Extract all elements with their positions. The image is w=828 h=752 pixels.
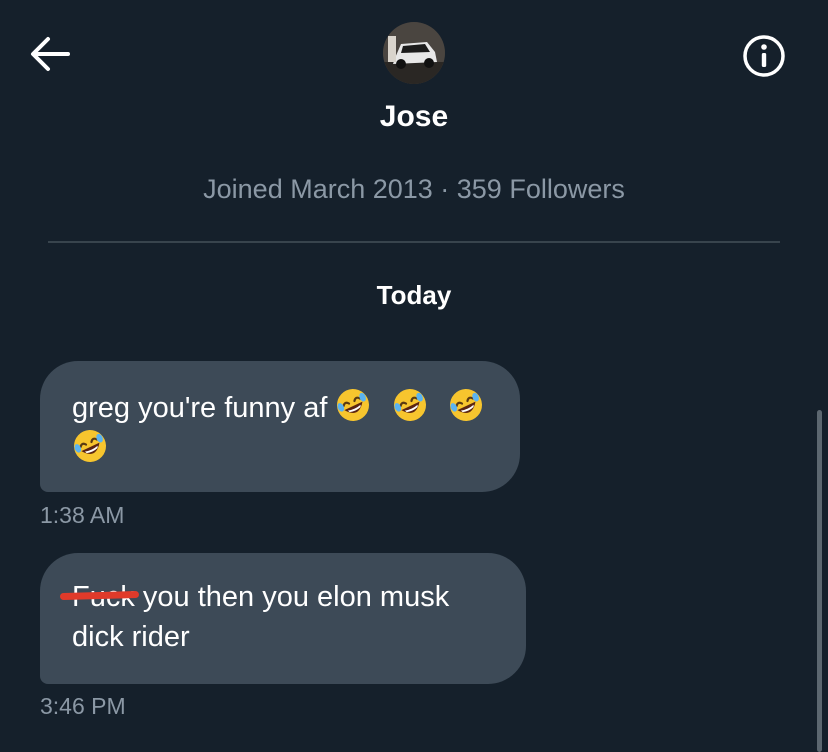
divider: [48, 241, 780, 243]
rolling-laughing-emoji-icon: [449, 389, 482, 421]
rolling-laughing-emoji-icon: [393, 389, 426, 421]
dm-conversation-screen: Jose Joined March 2013 · 359 Followers T…: [0, 0, 828, 752]
message-text: greg you're funny af: [72, 392, 328, 424]
profile-name[interactable]: Jose: [0, 100, 828, 134]
info-circle-icon: [743, 35, 785, 77]
rolling-laughing-emoji-icon: [337, 389, 370, 421]
struck-word: Fuck: [59, 577, 139, 617]
message-bubble[interactable]: Fuck you then you elon musk dick rider: [40, 553, 526, 684]
avatar[interactable]: [383, 22, 445, 84]
message-timestamp: 1:38 AM: [40, 502, 125, 528]
back-button[interactable]: [28, 34, 72, 74]
arrow-left-icon: [31, 37, 70, 71]
message-text-line2: dick rider: [72, 621, 190, 653]
profile-meta: Joined March 2013 · 359 Followers: [203, 174, 625, 204]
message-bubble[interactable]: greg you're funny af: [40, 361, 520, 492]
message-text: you then you elon musk: [134, 581, 450, 613]
rolling-laughing-emoji-icon: [74, 430, 106, 462]
scrollbar[interactable]: [817, 410, 822, 752]
car-photo-avatar: [383, 22, 445, 84]
message-timestamp: 3:46 PM: [40, 693, 126, 719]
info-button[interactable]: [740, 32, 788, 80]
date-separator: Today: [376, 280, 452, 310]
